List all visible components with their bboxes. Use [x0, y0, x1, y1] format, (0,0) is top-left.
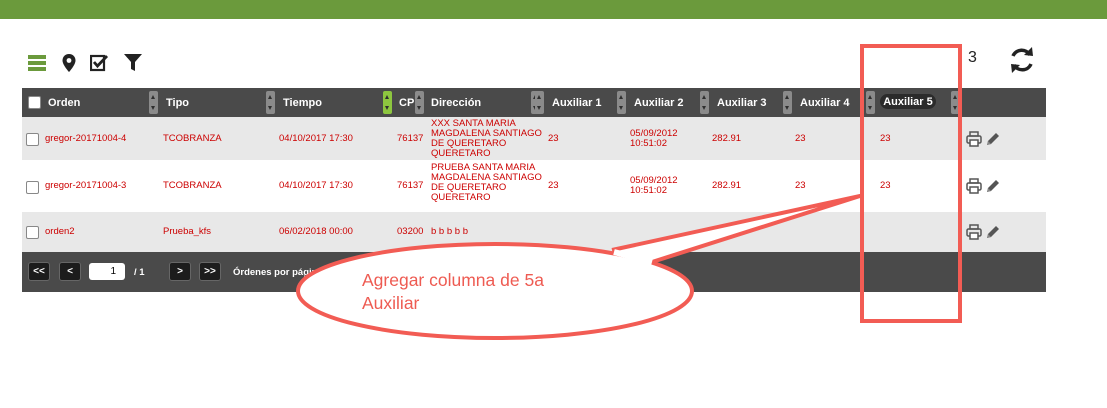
callout-line: Auxiliar [362, 293, 420, 313]
callout-line: Agregar columna de 5a [362, 270, 544, 290]
callout-text: Agregar columna de 5a Auxiliar [362, 269, 622, 315]
callout-bubble [296, 194, 862, 340]
